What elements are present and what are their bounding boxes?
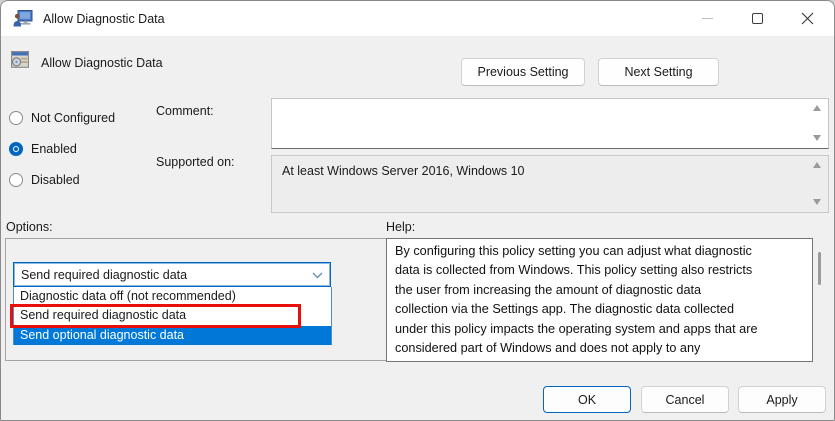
- help-text-line: the user from increasing the amount of d…: [395, 282, 702, 297]
- previous-setting-button[interactable]: Previous Setting: [461, 58, 585, 86]
- close-button[interactable]: [782, 1, 832, 36]
- minimize-button[interactable]: [682, 1, 732, 36]
- help-text-line: collection via the Settings app. The dia…: [395, 302, 735, 317]
- setting-title: Allow Diagnostic Data: [41, 56, 163, 70]
- chevron-down-icon: [312, 272, 323, 279]
- close-icon: [801, 12, 813, 25]
- radio-label: Disabled: [31, 173, 80, 187]
- radio-circle: [9, 111, 23, 125]
- maximize-icon: [751, 13, 763, 24]
- ok-button[interactable]: OK: [543, 386, 631, 413]
- apply-button[interactable]: Apply: [738, 386, 826, 413]
- scroll-up-icon[interactable]: [813, 105, 821, 111]
- radio-not-configured[interactable]: Not Configured: [9, 110, 115, 126]
- window-title: Allow Diagnostic Data: [43, 11, 165, 26]
- dropdown-item-send-required[interactable]: Send required diagnostic data: [14, 306, 331, 325]
- help-scrollbar-thumb[interactable]: [818, 252, 821, 285]
- comment-label: Comment:: [156, 104, 214, 118]
- radio-label: Not Configured: [31, 111, 116, 125]
- minimize-icon: [701, 18, 713, 19]
- dropdown-list: Diagnostic data off (not recommended) Se…: [13, 287, 332, 345]
- comment-input[interactable]: [276, 101, 808, 146]
- scroll-up-icon: [813, 162, 821, 168]
- scroll-down-icon[interactable]: [813, 135, 821, 141]
- next-setting-button[interactable]: Next Setting: [598, 58, 719, 86]
- comment-scroll-arrows: [812, 105, 822, 141]
- help-text-line: considered part of Windows and does not …: [395, 341, 701, 356]
- radio-disabled[interactable]: Disabled: [9, 172, 80, 188]
- supported-on-value: At least Windows Server 2016, Windows 10: [282, 164, 525, 178]
- supported-on-label: Supported on:: [156, 155, 235, 169]
- dropdown-item-diagnostic-off[interactable]: Diagnostic data off (not recommended): [14, 287, 331, 306]
- radio-circle-selected: [9, 142, 23, 156]
- help-text-line: data is collected from Windows. This pol…: [395, 263, 753, 278]
- scroll-down-icon: [813, 199, 821, 205]
- radio-enabled[interactable]: Enabled: [9, 141, 77, 157]
- title-bar: Allow Diagnostic Data: [1, 1, 834, 37]
- window-controls: [682, 1, 832, 36]
- maximize-button[interactable]: [732, 1, 782, 36]
- policy-setting-icon: [11, 51, 29, 68]
- help-text-line: By configuring this policy setting you c…: [395, 244, 752, 258]
- comment-field: [271, 98, 829, 149]
- radio-circle: [9, 173, 23, 187]
- cancel-button[interactable]: Cancel: [641, 386, 729, 413]
- diagnostic-data-dropdown[interactable]: Send required diagnostic data: [13, 262, 331, 287]
- supported-scroll-arrows: [812, 162, 822, 205]
- help-label: Help:: [386, 220, 416, 234]
- dropdown-item-send-optional[interactable]: Send optional diagnostic data: [14, 325, 331, 345]
- help-text-box: By configuring this policy setting you c…: [386, 238, 813, 362]
- help-text-line: under this policy impacts the operating …: [395, 321, 758, 336]
- supported-on-field: At least Windows Server 2016, Windows 10: [271, 155, 829, 213]
- radio-label: Enabled: [31, 142, 77, 156]
- group-policy-icon: [13, 10, 33, 27]
- options-label: Options:: [6, 220, 53, 234]
- dropdown-value: Send required diagnostic data: [21, 267, 188, 282]
- allow-diagnostic-data-dialog: Allow Diagnostic Data Allow Diagnostic D…: [0, 0, 835, 421]
